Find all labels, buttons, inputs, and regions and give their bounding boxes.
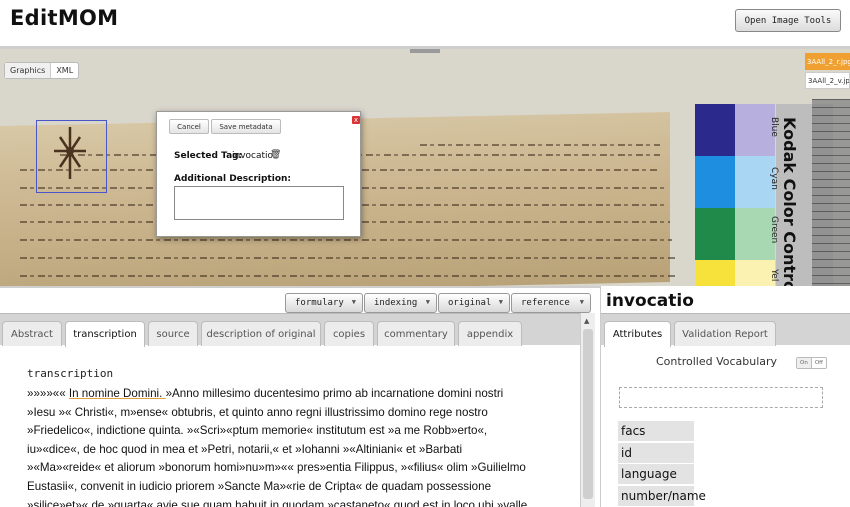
formulary-dropdown[interactable]: formulary ▼ xyxy=(285,293,363,313)
kodak-brand-text: Kodak Color Control Pa xyxy=(780,117,799,286)
reference-dropdown[interactable]: reference ▼ xyxy=(511,293,591,313)
selection-box[interactable] xyxy=(36,120,107,193)
tag-metadata-popup: Cancel Save metadata x Selected Tag: inv… xyxy=(156,111,361,237)
kodak-color-cyan: Cyan xyxy=(769,167,779,190)
tab-commentary[interactable]: commentary xyxy=(377,321,455,346)
close-icon[interactable]: x xyxy=(352,116,360,124)
controlled-vocabulary-label: Controlled Vocabulary xyxy=(656,355,778,368)
kodak-color-yellow: Yel xyxy=(769,269,779,282)
line-text: »Anno millesimo ducentesimo primo ab inc… xyxy=(165,387,504,400)
file-tab-recto[interactable]: 3AAll_2_r.jpg xyxy=(805,53,850,70)
attribute-tabs: Attributes Validation Report xyxy=(601,313,850,347)
tab-validation-report[interactable]: Validation Report xyxy=(674,321,776,346)
tab-attributes[interactable]: Attributes xyxy=(604,321,671,347)
line-text: »silice»et»« de »quarta« avie sue quam h… xyxy=(27,498,528,507)
scroll-up-icon[interactable]: ▲ xyxy=(584,317,589,325)
tab-description-of-original[interactable]: description of original xyxy=(201,321,321,346)
app-logo: EditMOM xyxy=(10,6,119,30)
additional-description-input[interactable] xyxy=(174,186,344,220)
ink-line xyxy=(20,275,675,277)
chevron-down-icon: ▼ xyxy=(579,298,584,306)
selected-tag-title: invocatio xyxy=(606,291,694,311)
line-prefix: »»»»«« xyxy=(27,387,69,400)
line-text: Eustasii«, convenit in iudicio priorem »… xyxy=(27,479,492,493)
line-text: »«Ma»«reide« et aliorum »bonorum homi»nu… xyxy=(27,461,526,475)
save-metadata-button[interactable]: Save metadata xyxy=(211,119,281,134)
toggle-off[interactable]: Off xyxy=(812,358,826,368)
kodak-color-blue: Blue xyxy=(769,117,779,137)
attribute-item[interactable]: id xyxy=(618,442,694,463)
chevron-down-icon: ▼ xyxy=(425,298,430,306)
transcription-line[interactable]: »Iesu »« Christi«, m»ense« obtubris, et … xyxy=(27,404,577,423)
editmom-app: EditMOM Open Image Tools Graphics XML Ko… xyxy=(0,0,850,507)
ink-line xyxy=(420,144,660,146)
transcription-line[interactable]: »silice»et»« de »quarta« avie sue quam h… xyxy=(27,497,577,507)
transcription-line[interactable]: »«Ma»«reide« et aliorum »bonorum homi»nu… xyxy=(27,459,577,478)
chevron-down-icon: ▼ xyxy=(498,298,503,306)
attribute-item[interactable]: language xyxy=(618,464,694,484)
editor-scrollbar[interactable]: ▲ xyxy=(580,313,595,507)
view-mode-toggle: Graphics XML xyxy=(4,62,80,79)
indexing-dropdown[interactable]: indexing ▼ xyxy=(364,293,437,313)
controlled-vocabulary-toggle[interactable]: On Off xyxy=(796,357,827,369)
transcription-line[interactable]: Eustasii«, convenit in iudicio priorem »… xyxy=(27,478,577,497)
original-dropdown[interactable]: original ▼ xyxy=(438,293,510,313)
editor-pane: Abstract transcription source descriptio… xyxy=(0,313,595,507)
editor-toolbar: formulary ▼ indexing ▼ original ▼ refere… xyxy=(0,286,600,313)
selected-tag-value: invocatio xyxy=(232,151,274,161)
transcription-line[interactable]: »Friedelico«, indictione quinta. »«Scri»… xyxy=(27,422,577,441)
scroll-thumb[interactable] xyxy=(583,329,593,499)
tab-source[interactable]: source xyxy=(148,321,198,346)
line-text: iu»«dice«, de hoc quod in mea et »Petri,… xyxy=(27,442,463,456)
tab-abstract[interactable]: Abstract xyxy=(2,321,62,346)
transcription-line[interactable]: »»»»«« In nomine Domini. »Anno millesimo… xyxy=(27,385,577,404)
line-text: »Iesu »« Christi«, m»ense« obtubris, et … xyxy=(27,405,488,419)
measurement-ruler xyxy=(812,99,850,286)
view-mode-xml[interactable]: XML xyxy=(51,63,78,78)
vocabulary-input[interactable] xyxy=(619,387,823,408)
cancel-button[interactable]: Cancel xyxy=(169,119,209,134)
file-tab-verso[interactable]: 3AAll_2_v.jpg xyxy=(805,72,850,89)
dropdown-label: formulary xyxy=(295,298,344,308)
kodak-color-green: Green xyxy=(769,216,779,244)
tab-copies[interactable]: copies xyxy=(324,321,374,346)
toggle-on[interactable]: On xyxy=(797,358,812,368)
image-viewer[interactable]: Graphics XML Kodak Color Control Pa Blue… xyxy=(0,46,850,286)
attribute-item[interactable]: number/name xyxy=(618,485,706,506)
line-text: »Friedelico«, indictione quinta. »«Scri»… xyxy=(27,424,488,438)
top-splitter-handle[interactable] xyxy=(410,49,440,53)
tab-transcription[interactable]: transcription xyxy=(65,321,145,347)
transcription-line[interactable]: iu»«dice«, de hoc quod in mea et »Petri,… xyxy=(27,441,577,460)
dropdown-label: indexing xyxy=(374,298,418,308)
highlighted-tag-text[interactable]: In nomine Domini. xyxy=(69,387,166,400)
dropdown-label: reference xyxy=(521,298,570,308)
open-image-tools-button[interactable]: Open Image Tools xyxy=(735,9,841,32)
header: EditMOM Open Image Tools xyxy=(0,0,850,46)
view-mode-graphics[interactable]: Graphics xyxy=(5,63,52,78)
transcription-heading: transcription xyxy=(27,367,114,380)
trash-icon[interactable]: 🗑 xyxy=(270,150,281,160)
attribute-item[interactable]: facs xyxy=(618,421,694,441)
editor-tabs: Abstract transcription source descriptio… xyxy=(0,313,580,347)
transcription-text[interactable]: »»»»«« In nomine Domini. »Anno millesimo… xyxy=(27,385,577,507)
ink-line xyxy=(20,257,675,259)
ink-line xyxy=(20,239,672,241)
attribute-list: facs id language number/name xyxy=(618,421,706,507)
additional-description-label: Additional Description: xyxy=(174,174,292,184)
attributes-panel: invocatio Attributes Validation Report C… xyxy=(600,286,850,507)
tab-appendix[interactable]: appendix xyxy=(458,321,522,346)
chevron-down-icon: ▼ xyxy=(351,298,356,306)
dropdown-label: original xyxy=(448,298,492,308)
